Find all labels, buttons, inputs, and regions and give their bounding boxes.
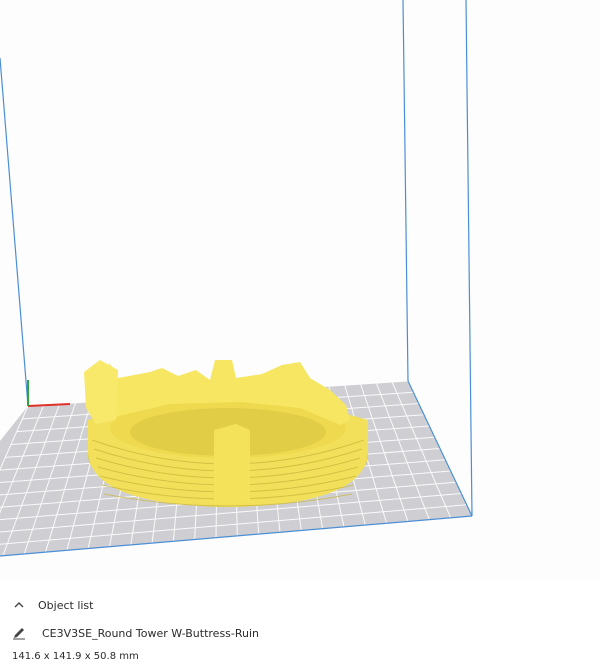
object-name: CE3V3SE_Round Tower W-Buttress-Ruin xyxy=(42,626,260,640)
pencil-icon[interactable] xyxy=(12,626,26,640)
chevron-up-icon xyxy=(12,598,26,612)
tower-model[interactable] xyxy=(84,360,368,507)
object-list-label: Object list xyxy=(38,598,94,612)
object-list-panel: Object list CE3V3SE_Round Tower W-Buttre… xyxy=(0,588,600,672)
object-list-toggle[interactable]: Object list xyxy=(12,596,93,614)
object-list-item[interactable]: CE3V3SE_Round Tower W-Buttress-Ruin xyxy=(12,624,259,642)
3d-viewport[interactable] xyxy=(0,0,600,580)
object-dimensions: 141.6 x 141.9 x 50.8 mm xyxy=(12,651,139,662)
scene-canvas xyxy=(0,0,473,558)
